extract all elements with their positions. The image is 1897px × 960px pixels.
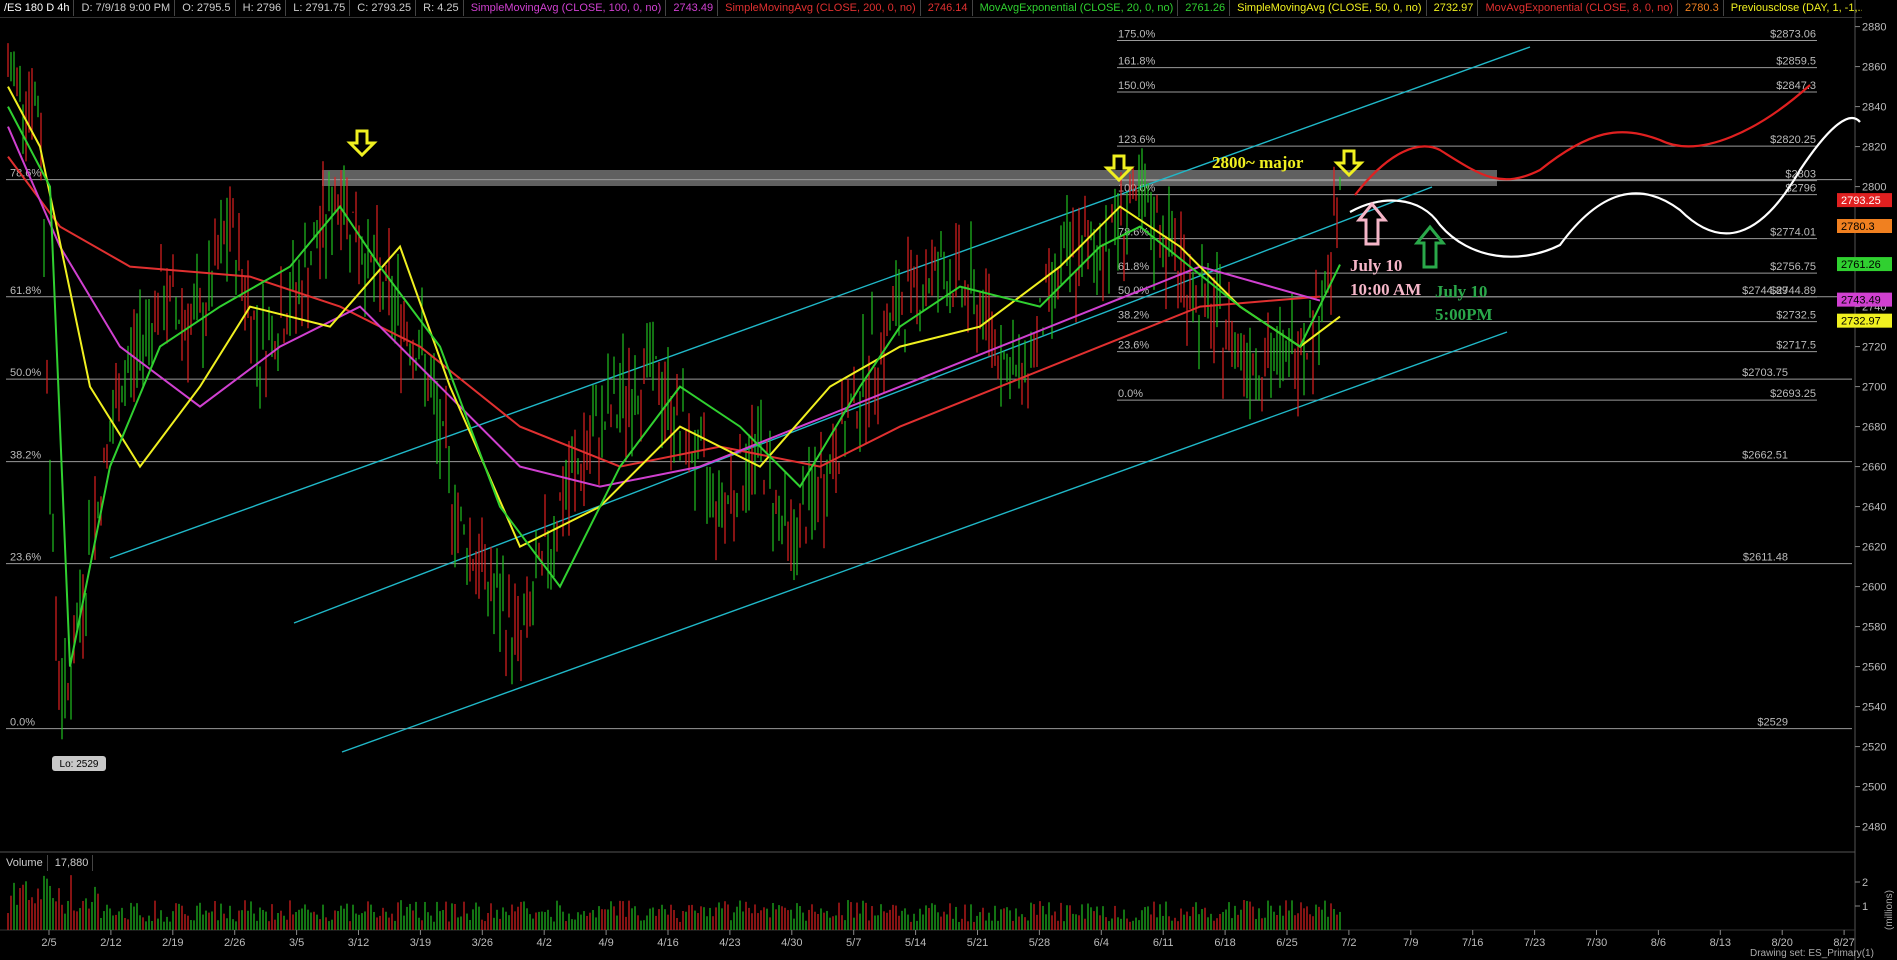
fib-small-value: $2873.06	[1770, 28, 1816, 40]
date-tick-label: 5/21	[967, 937, 988, 949]
fib-small-pct: 150.0%	[1118, 80, 1156, 92]
price-tag-label: 2743.49	[1841, 295, 1881, 307]
date-tick-label: 4/23	[719, 937, 740, 949]
date-tick-label: 7/23	[1524, 937, 1545, 949]
date-tick-label: 7/9	[1403, 937, 1418, 949]
price-tag-label: 2780.3	[1841, 221, 1875, 233]
volume-tick-label: 1	[1862, 901, 1868, 913]
price-tick-label: 2620	[1862, 542, 1886, 554]
low-price-label: Lo: 2529	[60, 759, 99, 770]
date-tick-label: 5/14	[905, 937, 926, 949]
date-tick-label: 4/30	[781, 937, 802, 949]
fib-small-value: $2693.25	[1770, 388, 1816, 400]
fib-small-pct: 175.0%	[1118, 28, 1156, 40]
fib-large-value: $2662.51	[1742, 450, 1788, 462]
volume-value: 17,880	[51, 855, 94, 871]
fib-large-pct: 0.0%	[10, 717, 35, 729]
resistance-zone	[322, 170, 1497, 186]
volume-tick-label: 2	[1862, 877, 1868, 889]
july10-pm-time: 5:00PM	[1435, 305, 1493, 324]
date-tick-label: 4/9	[598, 937, 613, 949]
drawing-set-label[interactable]: Drawing set: ES_Primary(1)	[1750, 948, 1874, 959]
price-tick-label: 2600	[1862, 582, 1886, 594]
price-tick-label: 2580	[1862, 622, 1886, 634]
fib-small-pct: 23.6%	[1118, 340, 1149, 352]
price-tick-label: 2720	[1862, 342, 1886, 354]
fib-small-pct: 161.8%	[1118, 56, 1156, 68]
price-tick-label: 2520	[1862, 742, 1886, 754]
fib-small-pct: 50.0%	[1118, 285, 1149, 297]
price-pane	[0, 18, 1855, 850]
fib-large-pct: 61.8%	[10, 285, 41, 297]
fib-small-value: $2859.5	[1776, 56, 1816, 68]
price-tick-label: 2820	[1862, 142, 1886, 154]
date-tick-label: 2/5	[41, 937, 56, 949]
price-tick-label: 2860	[1862, 62, 1886, 74]
fib-small-value: $2820.25	[1770, 134, 1816, 146]
fib-small-value: $2717.5	[1776, 340, 1816, 352]
fib-small-value: $2756.75	[1770, 261, 1816, 273]
date-tick-label: 6/4	[1094, 937, 1109, 949]
volume-axis-label: (millions)	[1884, 890, 1895, 930]
date-tick-label: 7/30	[1586, 937, 1607, 949]
july10-am-label: July 10	[1350, 256, 1402, 275]
price-tick-label: 2540	[1862, 702, 1886, 714]
date-tick-label: 6/18	[1214, 937, 1235, 949]
date-tick-label: 2/26	[224, 937, 245, 949]
july10-pm-label: July 10	[1435, 282, 1487, 301]
price-tick-label: 2840	[1862, 102, 1886, 114]
date-tick-label: 5/28	[1029, 937, 1050, 949]
fib-large-value: $2529	[1757, 717, 1788, 729]
price-chart[interactable]: 2880286028402820280027802760274027202700…	[0, 0, 1897, 960]
date-tick-label: 2/12	[100, 937, 121, 949]
date-tick-label: 3/19	[410, 937, 431, 949]
date-tick-label: 3/12	[348, 937, 369, 949]
date-tick-label: 6/11	[1153, 937, 1174, 949]
fib-large-pct: 50.0%	[10, 367, 41, 379]
date-tick-label: 6/25	[1276, 937, 1297, 949]
fib-small-pct: 78.6%	[1118, 227, 1149, 239]
date-tick-label: 8/6	[1651, 937, 1666, 949]
price-tick-label: 2480	[1862, 822, 1886, 834]
price-tick-label: 2660	[1862, 462, 1886, 474]
price-tick-label: 2680	[1862, 422, 1886, 434]
price-tick-label: 2560	[1862, 662, 1886, 674]
fib-small-pct: 0.0%	[1118, 388, 1143, 400]
date-tick-label: 4/2	[537, 937, 552, 949]
date-tick-label: 8/13	[1710, 937, 1731, 949]
july10-am-time: 10:00 AM	[1350, 280, 1421, 299]
date-tick-label: 5/7	[846, 937, 861, 949]
major-level-label: 2800~ major	[1212, 153, 1304, 172]
price-tag-label: 2732.97	[1841, 316, 1881, 328]
fib-small-pct: 61.8%	[1118, 261, 1149, 273]
price-tick-label: 2880	[1862, 22, 1886, 34]
fib-small-value: $2744.89	[1770, 285, 1816, 297]
price-tick-label: 2700	[1862, 382, 1886, 394]
price-tag-label: 2761.26	[1841, 259, 1881, 271]
fib-large-pct: 38.2%	[10, 450, 41, 462]
date-tick-label: 2/19	[162, 937, 183, 949]
date-tick-label: 7/16	[1462, 937, 1483, 949]
price-tick-label: 2640	[1862, 502, 1886, 514]
volume-header: Volume 17,880	[2, 855, 94, 871]
volume-title: Volume	[2, 855, 48, 871]
price-tick-label: 2500	[1862, 782, 1886, 794]
fib-large-pct: 23.6%	[10, 552, 41, 564]
date-tick-label: 3/5	[289, 937, 304, 949]
fib-small-pct: 123.6%	[1118, 134, 1156, 146]
date-tick-label: 3/26	[472, 937, 493, 949]
fib-large-value: $2611.48	[1743, 552, 1788, 564]
fib-small-value: $2774.01	[1770, 227, 1816, 239]
fib-small-value: $2732.5	[1776, 310, 1816, 322]
price-tag-label: 2793.25	[1841, 195, 1881, 207]
fib-large-value: $2703.75	[1742, 367, 1788, 379]
fib-small-pct: 38.2%	[1118, 310, 1149, 322]
date-tick-label: 7/2	[1341, 937, 1356, 949]
price-tick-label: 2800	[1862, 182, 1886, 194]
date-tick-label: 4/16	[657, 937, 678, 949]
